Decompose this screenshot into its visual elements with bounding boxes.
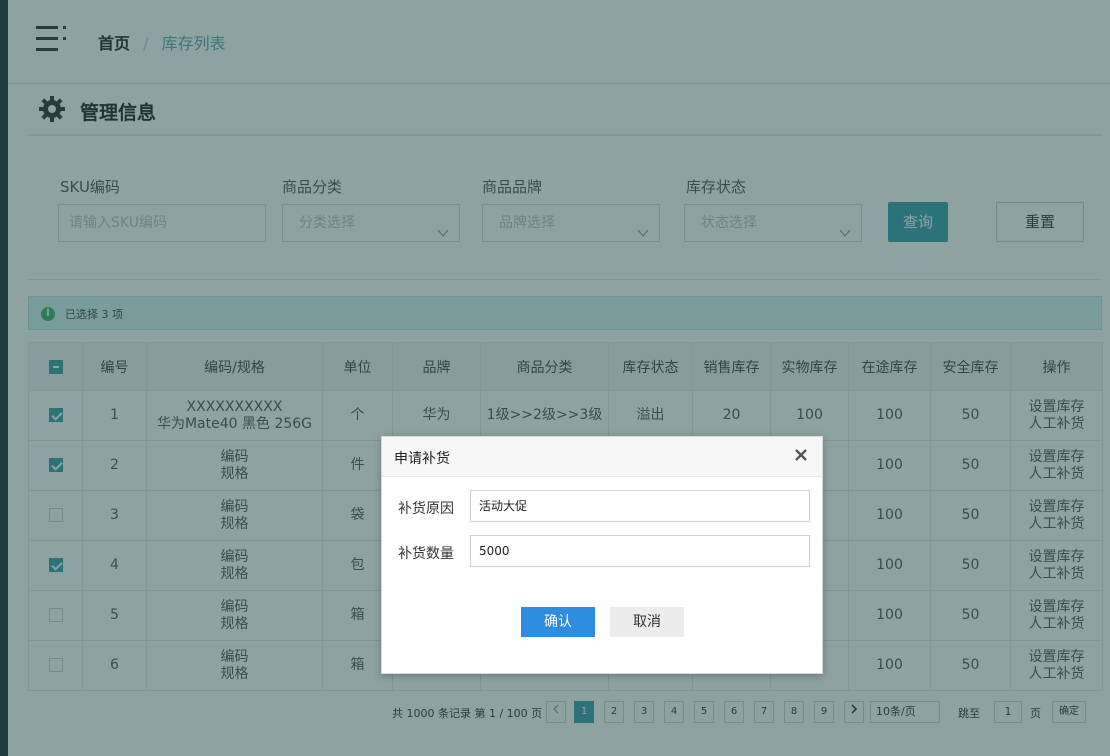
quantity-label: 补货数量 [398, 546, 454, 562]
reason-label: 补货原因 [398, 501, 454, 517]
dialog-title: 申请补货 [394, 451, 450, 467]
quantity-input[interactable]: 5000 [470, 535, 810, 567]
reason-input[interactable]: 活动大促 [470, 490, 810, 522]
dialog-header: 申请补货 [382, 437, 822, 477]
restock-dialog: 申请补货 补货原因 活动大促 补货数量 5000 确认 取消 [381, 436, 823, 674]
close-icon[interactable] [792, 446, 810, 464]
confirm-button[interactable]: 确认 [521, 607, 595, 637]
cancel-button[interactable]: 取消 [610, 607, 684, 637]
